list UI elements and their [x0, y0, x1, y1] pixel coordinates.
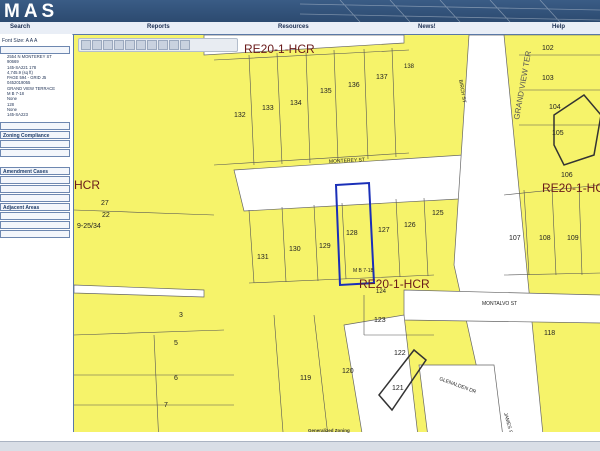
small-label: 9-25/34 [77, 223, 101, 230]
nav-news[interactable]: News! [418, 24, 436, 30]
section-amendment-cases[interactable]: Amendment Cases [0, 167, 70, 175]
zoning-map[interactable]: RE20-1-HCR RE20-1-HCR RE20-1-HCR HCR MON… [73, 34, 600, 446]
property-info: 2554 N MONTEREY ST 90669 145-SA221 178 4… [7, 54, 69, 118]
section-label: Amendment Cases [3, 169, 49, 175]
lot-number: 109 [567, 235, 579, 242]
lot-number: 127 [378, 227, 390, 234]
lot-number: 134 [290, 100, 302, 107]
property-search-box[interactable] [0, 46, 70, 54]
print-icon[interactable] [158, 40, 168, 50]
zoning-label: RE20-1-HCR [244, 42, 315, 56]
lot-number: 133 [262, 105, 274, 112]
lot-number: 103 [542, 75, 554, 82]
select-tool-icon[interactable] [147, 40, 157, 50]
lot-number: 108 [539, 235, 551, 242]
section-label: Zoning Compliance [3, 133, 50, 139]
section-blank-5[interactable] [0, 185, 70, 193]
lot-number: 104 [549, 104, 561, 111]
section-blank-7[interactable] [0, 212, 70, 220]
section-blank-8[interactable] [0, 221, 70, 229]
small-label: M B 7-18 [353, 268, 374, 274]
section-blank-9[interactable] [0, 230, 70, 238]
lot-number: 3 [179, 312, 183, 319]
lot-number: 122 [394, 350, 406, 357]
lot-number: 22 [102, 212, 110, 219]
lot-number: 138 [404, 64, 415, 70]
full-extent-icon[interactable] [114, 40, 124, 50]
lot-number: 126 [404, 222, 416, 229]
lot-number: 120 [342, 368, 354, 375]
lot-number: 131 [257, 254, 269, 261]
nav-reports[interactable]: Reports [147, 24, 170, 30]
section-blank-2[interactable] [0, 140, 70, 148]
lot-number: 135 [320, 88, 332, 95]
font-size-control[interactable]: Font Size: A A A [2, 38, 37, 44]
lot-number: 137 [376, 74, 388, 81]
zoning-label: HCR [74, 178, 100, 192]
measure-tool-icon[interactable] [136, 40, 146, 50]
nav-search[interactable]: Search [10, 24, 30, 30]
map-panel[interactable]: RE20-1-HCR RE20-1-HCR RE20-1-HCR HCR MON… [73, 34, 600, 446]
pan-tool-icon[interactable] [81, 40, 91, 50]
app-header: MAS [0, 0, 600, 22]
lot-number: 119 [300, 375, 311, 382]
lot-number: 27 [101, 200, 109, 207]
section-label: Adjacent Areas [3, 205, 40, 211]
lot-number: 106 [561, 172, 573, 179]
lot-number: 132 [234, 112, 246, 119]
section-zoning-compliance[interactable]: Zoning Compliance [0, 131, 70, 139]
lot-number: 107 [509, 235, 521, 242]
lot-number: 123 [374, 317, 386, 324]
lot-number: 121 [392, 385, 404, 392]
lot-number: 6 [174, 375, 178, 382]
info-line: 145-SA223 [7, 112, 28, 118]
section-blank-1[interactable] [0, 122, 70, 130]
lot-number: 130 [289, 246, 301, 253]
nav-help[interactable]: Help [552, 24, 565, 30]
layers-icon[interactable] [169, 40, 179, 50]
nav-resources[interactable]: Resources [278, 24, 309, 30]
lot-number: 5 [174, 340, 178, 347]
lot-number: 105 [552, 130, 564, 137]
lot-number: 125 [432, 210, 444, 217]
clear-icon[interactable] [180, 40, 190, 50]
zoom-in-tool-icon[interactable] [92, 40, 102, 50]
map-toolbar [78, 38, 238, 52]
lot-number: 118 [544, 330, 555, 337]
section-blank-6[interactable] [0, 194, 70, 202]
lot-number: 102 [542, 45, 554, 52]
lot-number: 7 [164, 402, 168, 409]
section-adjacent-areas[interactable]: Adjacent Areas [0, 203, 70, 211]
app-logo: MAS [4, 1, 59, 22]
lot-number: 136 [348, 82, 360, 89]
lot-number: 128 [346, 230, 358, 237]
zoning-label: RE20-1-HCR [542, 181, 600, 195]
zoning-label: RE20-1-HCR [359, 277, 430, 291]
header-street-grid [300, 0, 600, 22]
footer-label: Generalized Zoning [308, 428, 350, 433]
identify-tool-icon[interactable] [125, 40, 135, 50]
lot-number: 124 [376, 289, 387, 295]
street-label: MONTALVO ST [482, 301, 517, 307]
section-blank-3[interactable] [0, 149, 70, 157]
zoom-out-tool-icon[interactable] [103, 40, 113, 50]
sidebar: Font Size: A A A 2554 N MONTEREY ST 9066… [0, 34, 72, 450]
lot-number: 129 [319, 243, 331, 250]
section-blank-4[interactable] [0, 176, 70, 184]
